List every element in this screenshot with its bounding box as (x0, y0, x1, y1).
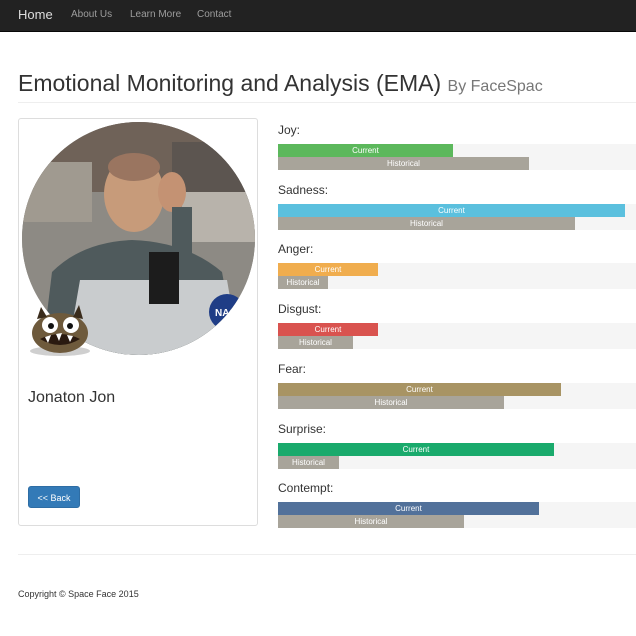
historical-bar: Historical (278, 396, 504, 409)
emotion-label: Disgust: (278, 302, 322, 316)
nav-learn-more-link[interactable]: Learn More (130, 0, 181, 31)
historical-bar-track: Historical (278, 157, 636, 170)
page-header: Emotional Monitoring and Analysis (EMA) … (18, 68, 636, 103)
historical-bar-track: Historical (278, 456, 636, 469)
current-bar-track: Current (278, 323, 636, 336)
historical-bar-track: Historical (278, 515, 636, 528)
person-name: Jonaton Jon (28, 389, 116, 406)
current-bar-track: Current (278, 443, 636, 456)
emotion-label: Anger: (278, 242, 314, 256)
navbar: Home About Us Learn More Contact (0, 0, 636, 32)
profile-card: NAS Jonaton Jon << Back (18, 118, 258, 526)
historical-bar: Historical (278, 276, 328, 289)
current-bar-track: Current (278, 263, 636, 276)
copyright-text: Copyright © Space Face 2015 (18, 589, 139, 599)
current-bar: Current (278, 144, 453, 157)
page-subtitle: By FaceSpac (447, 78, 543, 95)
historical-bar: Historical (278, 157, 529, 170)
emotion-row: Fear: Current Historical (278, 361, 636, 421)
emotion-row: Sadness: Current Historical (278, 182, 636, 242)
emotion-row: Joy: Current Historical (278, 122, 636, 182)
footer-divider (18, 554, 636, 555)
current-bar: Current (278, 443, 554, 456)
current-bar-track: Current (278, 502, 636, 515)
historical-bar: Historical (278, 217, 575, 230)
monster-icon (27, 299, 93, 357)
historical-bar: Historical (278, 456, 339, 469)
historical-bar: Historical (278, 336, 353, 349)
emotion-row: Surprise: Current Historical (278, 421, 636, 481)
historical-bar-track: Historical (278, 336, 636, 349)
current-bar: Current (278, 263, 378, 276)
svg-text:NAS: NAS (215, 308, 236, 319)
emotion-row: Anger: Current Historical (278, 241, 636, 301)
current-bar-track: Current (278, 144, 636, 157)
page-title-text: Emotional Monitoring and Analysis (EMA) (18, 70, 442, 96)
historical-bar-track: Historical (278, 276, 636, 289)
nav-about-us-link[interactable]: About Us (71, 0, 112, 31)
current-bar: Current (278, 323, 378, 336)
historical-bar: Historical (278, 515, 464, 528)
current-bar: Current (278, 383, 561, 396)
nav-contact-link[interactable]: Contact (197, 0, 231, 31)
historical-bar-track: Historical (278, 396, 636, 409)
current-bar-track: Current (278, 204, 636, 217)
emotion-label: Fear: (278, 362, 307, 376)
current-bar-track: Current (278, 383, 636, 396)
emotion-label: Sadness: (278, 183, 329, 197)
page-title: Emotional Monitoring and Analysis (EMA) … (18, 68, 543, 102)
nav-home-link[interactable]: Home (18, 0, 53, 31)
emotion-label: Joy: (278, 123, 301, 137)
emotion-row: Contempt: Current Historical (278, 480, 636, 540)
emotion-row: Disgust: Current Historical (278, 301, 636, 361)
current-bar: Current (278, 204, 625, 217)
emotion-label: Contempt: (278, 481, 334, 495)
current-bar: Current (278, 502, 539, 515)
emotion-label: Surprise: (278, 422, 327, 436)
historical-bar-track: Historical (278, 217, 636, 230)
back-button[interactable]: << Back (28, 486, 80, 508)
